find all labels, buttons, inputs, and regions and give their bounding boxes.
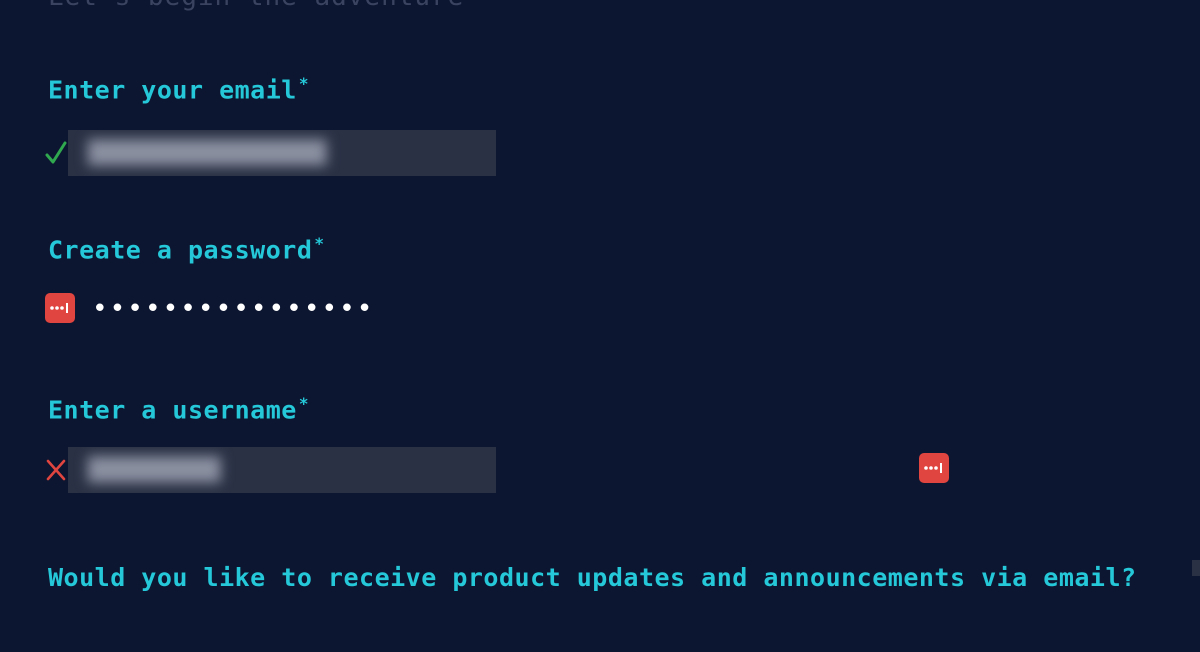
email-label-text: Enter your email <box>48 75 297 105</box>
username-value: ██████████ <box>88 458 221 483</box>
email-value: ██████████████████ <box>88 141 327 166</box>
email-required-mark: * <box>298 74 309 93</box>
check-icon <box>44 138 68 168</box>
username-label-text: Enter a username <box>48 395 297 425</box>
cross-icon <box>44 455 68 485</box>
username-field-row: ██████████ <box>44 447 496 493</box>
email-updates-question: Would you like to receive product update… <box>48 563 1137 592</box>
email-input[interactable]: ██████████████████ <box>68 130 496 176</box>
username-input[interactable]: ██████████ <box>68 447 496 493</box>
email-label: Enter your email * <box>48 74 309 104</box>
username-label: Enter a username * <box>48 394 309 424</box>
username-required-mark: * <box>298 394 309 413</box>
password-label: Create a password * <box>48 234 325 264</box>
intro-text: Let's begin the adventure <box>48 0 464 12</box>
username-password-manager-icon[interactable] <box>919 453 949 483</box>
password-required-mark: * <box>314 234 325 253</box>
password-input[interactable]: •••••••••••••••• <box>92 294 374 324</box>
password-manager-icon[interactable] <box>45 293 75 323</box>
scrollbar-edge[interactable] <box>1192 560 1200 576</box>
password-label-text: Create a password <box>48 235 313 265</box>
email-field-row: ██████████████████ <box>44 130 496 176</box>
